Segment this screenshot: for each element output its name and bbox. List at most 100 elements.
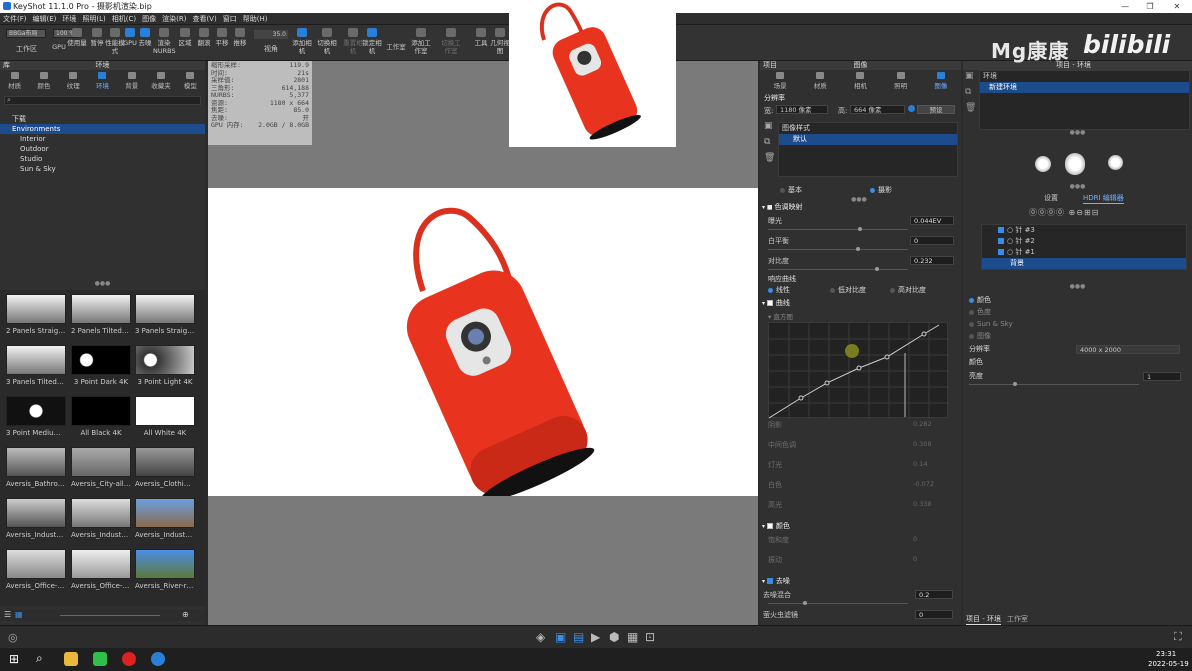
tab-models[interactable]: 模型 — [176, 72, 204, 92]
env-list-root[interactable]: 环境 — [980, 71, 1189, 82]
env-resolution-select[interactable]: 4000 x 2000 — [1076, 345, 1180, 354]
dolly-button[interactable]: 推移 — [229, 27, 251, 47]
thumb-item[interactable]: 2 Panels Tilted 4K — [71, 294, 131, 335]
thumb-item[interactable]: Aversis_Industria... — [135, 498, 195, 539]
pin-item-3[interactable]: ○ 针 #3 — [982, 225, 1186, 236]
list-view-icon[interactable]: ☰ — [4, 610, 11, 619]
library-toggle-icon[interactable]: ▣ — [555, 630, 566, 644]
grid-view-icon[interactable]: ▦ — [15, 610, 23, 619]
splitter-handle[interactable]: ●●● — [963, 283, 1192, 290]
pin-item-2[interactable]: ○ 针 #2 — [982, 236, 1186, 247]
tab-environments[interactable]: 环境 — [88, 72, 116, 92]
tab-scene[interactable]: 场景 — [766, 72, 794, 90]
exposure-slider[interactable] — [768, 227, 908, 231]
tab-textures[interactable]: 纹理 — [59, 72, 87, 92]
studio-button[interactable]: 工作室 — [383, 43, 409, 51]
bg-color-radio[interactable]: 颜色 — [969, 295, 991, 306]
menu-view[interactable]: 查看(V) — [189, 13, 219, 25]
rc-linear-radio[interactable]: 线性 — [768, 285, 790, 296]
menu-lighting[interactable]: 照明(L) — [79, 13, 108, 25]
denoise-section[interactable]: ▾ 去噪 — [762, 577, 956, 586]
thumb-item[interactable]: Aversis_Clothing... — [135, 447, 195, 488]
rc-high-contrast-radio[interactable]: 高对比度 — [890, 285, 926, 296]
library-search-input[interactable]: ⌕ — [4, 96, 201, 105]
thumbnail-size-slider[interactable] — [60, 615, 160, 616]
restore-button[interactable]: ❐ — [1138, 0, 1162, 13]
thumb-item[interactable]: Aversis_Office-h... — [71, 549, 131, 590]
add-studio-button[interactable]: 添加工作室 — [410, 27, 432, 55]
tree-item-environments[interactable]: Environments — [0, 124, 205, 134]
thumb-item[interactable]: Aversis_River-ro... — [135, 549, 195, 590]
thumb-item[interactable]: 3 Panels Straight... — [135, 294, 195, 335]
height-field[interactable]: 664 像素 — [850, 105, 905, 114]
switch-camera-button[interactable]: 切换相机 — [316, 27, 338, 55]
animation-icon[interactable]: ▶ — [591, 630, 600, 644]
mode-basic-radio[interactable]: 基本 — [780, 185, 802, 196]
tab-backplates[interactable]: 背景 — [118, 72, 146, 92]
delete-environment-icon[interactable]: 🗑 — [965, 103, 976, 113]
add-camera-button[interactable]: 添加相机 — [291, 27, 313, 55]
menu-camera[interactable]: 相机(C) — [109, 13, 139, 25]
tree-item-outdoor[interactable]: Outdoor — [0, 144, 205, 154]
delete-style-icon[interactable]: 🗑 — [764, 153, 775, 163]
add-icon[interactable]: ⊕ — [182, 610, 189, 619]
histogram-toggle[interactable]: ▾ 直方图 — [768, 311, 793, 321]
workspace-select[interactable]: BBGa布局 — [6, 29, 46, 38]
add-environment-icon[interactable]: ▣ — [965, 71, 974, 81]
thumb-item[interactable]: Aversis_City-alle... — [71, 447, 131, 488]
tab-favorites[interactable]: 收藏夹 — [147, 72, 175, 92]
tree-item-sun-sky[interactable]: Sun & Sky — [0, 164, 205, 174]
keyshot-taskbar-icon[interactable] — [151, 652, 165, 666]
usage-button[interactable]: 使用量 — [66, 27, 88, 47]
exposure-field[interactable]: 0.044EV — [910, 216, 954, 225]
thumb-item[interactable]: Aversis_Industria... — [71, 498, 131, 539]
image-style-default[interactable]: 默认 — [779, 134, 957, 145]
thumb-item[interactable]: All Black 4K — [71, 396, 131, 437]
wechat-icon[interactable] — [93, 652, 107, 666]
add-style-icon[interactable]: ▣ — [764, 121, 773, 131]
curve-editor[interactable] — [768, 322, 949, 419]
menu-file[interactable]: 文件(F) — [0, 13, 30, 25]
hdri-toolbar[interactable]: ⓪⓪⓪⓪ ⊕⊖⊞⊟ — [1029, 207, 1099, 218]
minimize-button[interactable]: — — [1113, 0, 1137, 13]
env-brightness-field[interactable]: 1 — [1143, 372, 1181, 381]
whitepoint-slider[interactable] — [768, 247, 908, 251]
import-icon[interactable]: ◈ — [536, 630, 545, 644]
tab-colors[interactable]: 颜色 — [30, 72, 58, 92]
fov-field[interactable]: 35.0 — [254, 30, 288, 39]
menu-render[interactable]: 渲染(R) — [159, 13, 189, 25]
thumb-item[interactable]: 2 Panels Straight... — [6, 294, 66, 335]
menu-window[interactable]: 窗口 — [220, 13, 240, 25]
menu-help[interactable]: 帮助(H) — [240, 13, 271, 25]
bg-gradient-radio[interactable]: 色度 — [969, 307, 991, 318]
thumb-item[interactable]: Aversis_Office-h... — [6, 549, 66, 590]
env-list-new-environment[interactable]: 新建环境 — [980, 82, 1189, 93]
project-toggle-icon[interactable]: ▤ — [573, 630, 584, 644]
screenshot-icon[interactable]: ⊡ — [645, 630, 655, 644]
bg-sun-sky-radio[interactable]: Sun & Sky — [969, 319, 1013, 330]
curve-section[interactable]: ▾ 曲线 — [762, 299, 956, 308]
tab-hdri-editor[interactable]: HDRI 编辑器 — [1083, 193, 1124, 204]
contrast-field[interactable]: 0.232 — [910, 256, 954, 265]
duplicate-environment-icon[interactable]: ⧉ — [965, 87, 971, 97]
menu-image[interactable]: 图像 — [139, 13, 159, 25]
fullscreen-icon[interactable]: ⛶ — [1174, 630, 1182, 644]
rc-low-contrast-radio[interactable]: 低对比度 — [830, 285, 866, 296]
env-brightness-slider[interactable] — [969, 382, 1139, 386]
tab-project-environment[interactable]: 项目 - 环境 — [966, 614, 1001, 625]
tab-camera[interactable]: 相机 — [846, 72, 874, 90]
splitter-handle[interactable]: ●●● — [0, 280, 205, 288]
duplicate-style-icon[interactable]: ⧉ — [764, 137, 770, 147]
thumb-item[interactable]: 3 Point Medium ... — [6, 396, 66, 437]
splitter-handle[interactable]: ●●● — [963, 183, 1192, 190]
whitepoint-field[interactable]: 0 — [910, 236, 954, 245]
thumb-item[interactable]: Aversis_Industria... — [6, 498, 66, 539]
pin-item-1[interactable]: ○ 针 #1 — [982, 247, 1186, 258]
close-button[interactable]: ✕ — [1165, 0, 1189, 13]
geometry-view-button[interactable]: 几何视图 — [489, 27, 511, 55]
width-field[interactable]: 1180 像素 — [776, 105, 828, 114]
color-section[interactable]: ▾ 颜色 — [762, 522, 956, 531]
pin-item-background[interactable]: 背景 — [982, 258, 1186, 269]
tree-item-downloads[interactable]: 下载 — [0, 114, 205, 124]
menu-edit[interactable]: 编辑(E) — [30, 13, 60, 25]
